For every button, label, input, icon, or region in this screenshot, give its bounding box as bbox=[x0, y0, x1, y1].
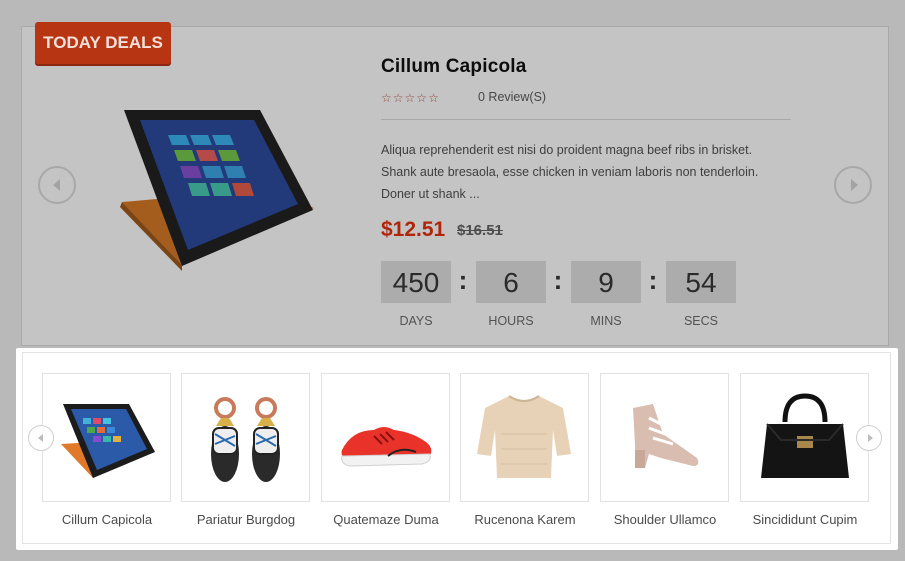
sweater-image bbox=[477, 395, 571, 478]
current-price: $12.51 bbox=[381, 218, 446, 241]
star-icon: ☆ bbox=[404, 91, 416, 105]
star-icon: ☆ bbox=[416, 91, 428, 105]
deal-description: Aliqua reprehenderit est nisi do proiden… bbox=[381, 143, 759, 201]
countdown-hours: 6 bbox=[476, 261, 546, 303]
countdown-secs: 54 bbox=[666, 261, 736, 303]
thumb-rucenona-karem[interactable] bbox=[460, 373, 589, 502]
thumb-label[interactable]: Quatemaze Duma bbox=[311, 512, 461, 527]
carousel-prev-button[interactable] bbox=[28, 425, 54, 451]
countdown-mins-label: MINS bbox=[590, 314, 622, 328]
deal-product-title[interactable]: Cillum Capicola bbox=[381, 56, 527, 78]
star-icon: ☆ bbox=[428, 91, 439, 105]
thumb-sincididunt-cupim[interactable] bbox=[740, 373, 869, 502]
chevron-left-icon bbox=[52, 179, 60, 191]
thumb-label[interactable]: Sincididunt Cupim bbox=[730, 512, 880, 527]
rating-stars: ☆ ☆ ☆ ☆ ☆ bbox=[381, 91, 439, 105]
sneaker-image bbox=[341, 427, 432, 467]
carousel-next-button[interactable] bbox=[856, 425, 882, 451]
thumb-label[interactable]: Cillum Capicola bbox=[32, 512, 182, 527]
thumb-cillum-capicola[interactable] bbox=[42, 373, 171, 502]
laptop-tablet-image bbox=[61, 404, 155, 478]
review-count[interactable]: 0 Review(S) bbox=[478, 90, 546, 104]
countdown-days: 450 bbox=[381, 261, 451, 303]
thumb-quatemaze-duma[interactable] bbox=[321, 373, 450, 502]
heeled-shoe-image bbox=[633, 404, 699, 468]
countdown-separator: : bbox=[458, 265, 468, 295]
deal-product-image[interactable] bbox=[108, 90, 328, 280]
countdown-hours-label: HOURS bbox=[488, 314, 534, 328]
divider bbox=[381, 119, 791, 120]
thumb-label[interactable]: Shoulder Ullamco bbox=[590, 512, 740, 527]
handbag-image bbox=[761, 393, 849, 478]
countdown-mins: 9 bbox=[571, 261, 641, 303]
today-deals-badge: TODAY DEALS bbox=[35, 22, 171, 64]
chevron-right-icon bbox=[850, 179, 858, 191]
countdown-secs-label: SECS bbox=[683, 314, 719, 328]
countdown-days-label: DAYS bbox=[399, 314, 433, 328]
sandals-image bbox=[211, 397, 280, 482]
chevron-left-icon bbox=[37, 434, 43, 442]
chevron-right-icon bbox=[867, 434, 873, 442]
deal-prev-button[interactable] bbox=[38, 166, 76, 204]
countdown-separator: : bbox=[553, 265, 563, 295]
star-icon: ☆ bbox=[392, 91, 404, 105]
thumb-shoulder-ullamco[interactable] bbox=[600, 373, 729, 502]
star-icon: ☆ bbox=[381, 91, 392, 105]
thumb-pariatur-burgdog[interactable] bbox=[181, 373, 310, 502]
countdown-separator: : bbox=[648, 265, 658, 295]
thumbnail-carousel: Cillum Capicola Pariatur Burgdog Quatema… bbox=[16, 348, 898, 550]
thumb-label[interactable]: Rucenona Karem bbox=[450, 512, 600, 527]
deal-next-button[interactable] bbox=[834, 166, 872, 204]
thumb-label[interactable]: Pariatur Burgdog bbox=[171, 512, 321, 527]
old-price: $16.51 bbox=[457, 222, 503, 239]
